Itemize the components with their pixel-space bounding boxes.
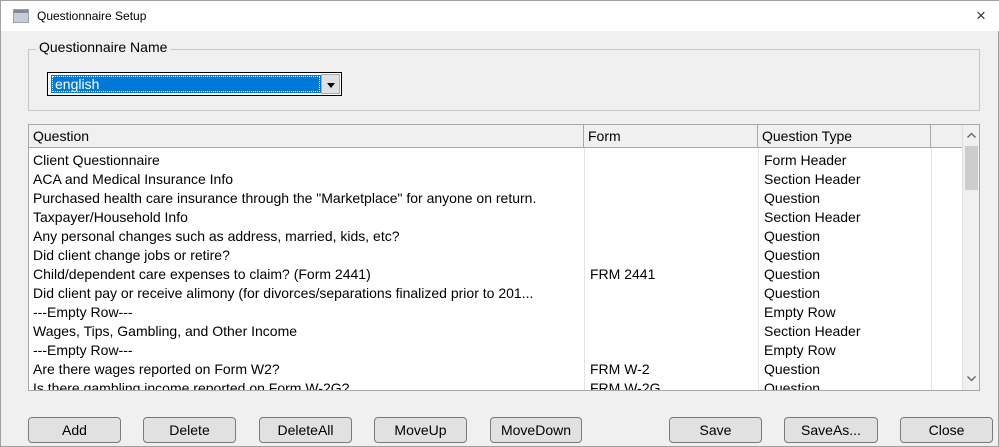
question-cell[interactable]: Any personal changes such as address, ma… [29, 227, 584, 246]
scroll-up-button[interactable] [963, 127, 979, 144]
questionnaire-name-value[interactable]: english [51, 75, 321, 93]
table-row[interactable]: ---Empty Row--- Empty Row [29, 341, 973, 360]
question-cell[interactable]: ACA and Medical Insurance Info [29, 170, 584, 189]
question-cell[interactable]: Is there gambling income reported on For… [29, 379, 584, 390]
form-cell[interactable] [584, 170, 758, 189]
form-cell[interactable] [584, 227, 758, 246]
question-type-cell[interactable]: Question [758, 246, 931, 265]
delete-button[interactable]: Delete [143, 417, 236, 443]
question-type-cell[interactable]: Question [758, 360, 931, 379]
close-icon[interactable]: × [970, 5, 992, 27]
question-type-cell[interactable]: Empty Row [758, 303, 931, 322]
dropdown-arrow-icon [327, 83, 335, 88]
question-type-cell[interactable]: Empty Row [758, 341, 931, 360]
question-cell[interactable]: Client Questionnaire [29, 151, 584, 170]
form-cell[interactable]: FRM 2441 [584, 265, 758, 284]
table-row[interactable]: ---Empty Row--- Empty Row [29, 303, 973, 322]
dropdown-button[interactable] [321, 74, 340, 94]
questionnaire-setup-dialog: Questionnaire Setup × Questionnaire Name… [0, 0, 999, 447]
app-icon [13, 9, 29, 23]
table-row[interactable]: Client Questionnaire Form Header [29, 151, 973, 170]
save-as-button[interactable]: SaveAs... [784, 417, 878, 443]
close-button[interactable]: Close [900, 417, 993, 443]
question-cell[interactable]: Are there wages reported on Form W2? [29, 360, 584, 379]
question-type-cell[interactable]: Question [758, 265, 931, 284]
question-type-cell[interactable]: Question [758, 227, 931, 246]
form-cell[interactable] [584, 322, 758, 341]
window-title: Questionnaire Setup [37, 9, 147, 23]
column-header-form[interactable]: Form [584, 125, 758, 147]
scrollbar-thumb[interactable] [965, 146, 978, 190]
table-row[interactable]: Purchased health care insurance through … [29, 189, 973, 208]
question-type-cell[interactable]: Section Header [758, 208, 931, 227]
questionnaire-name-label: Questionnaire Name [36, 39, 171, 55]
question-type-cell[interactable]: Question [758, 379, 931, 390]
question-cell[interactable]: Purchased health care insurance through … [29, 189, 584, 208]
form-cell[interactable] [584, 303, 758, 322]
question-cell[interactable]: ---Empty Row--- [29, 341, 584, 360]
question-cell[interactable]: Wages, Tips, Gambling, and Other Income [29, 322, 584, 341]
save-button[interactable]: Save [669, 417, 762, 443]
scroll-up-icon [967, 132, 976, 138]
form-cell[interactable] [584, 189, 758, 208]
table-row[interactable]: Wages, Tips, Gambling, and Other Income … [29, 322, 973, 341]
table-row[interactable]: Taxpayer/Household Info Section Header [29, 208, 973, 227]
table-row[interactable]: Are there wages reported on Form W2? FRM… [29, 360, 973, 379]
table-header: Question Form Question Type [29, 125, 979, 148]
column-header-question[interactable]: Question [29, 125, 584, 147]
delete-all-button[interactable]: DeleteAll [259, 417, 352, 443]
question-type-cell[interactable]: Form Header [758, 151, 931, 170]
form-cell[interactable]: FRM W-2 [584, 360, 758, 379]
table-row[interactable]: Is there gambling income reported on For… [29, 379, 973, 390]
table-row[interactable]: Did client pay or receive alimony (for d… [29, 284, 973, 303]
form-cell[interactable] [584, 208, 758, 227]
question-cell[interactable]: Taxpayer/Household Info [29, 208, 584, 227]
form-cell[interactable] [584, 246, 758, 265]
question-cell[interactable]: Did client change jobs or retire? [29, 246, 584, 265]
question-type-cell[interactable]: Section Header [758, 170, 931, 189]
add-button[interactable]: Add [28, 417, 121, 443]
question-type-cell[interactable]: Section Header [758, 322, 931, 341]
table-row[interactable]: Did client change jobs or retire? Questi… [29, 246, 973, 265]
question-cell[interactable]: Did client pay or receive alimony (for d… [29, 284, 584, 303]
questions-table[interactable]: Question Form Question Type Client Quest… [28, 124, 980, 391]
title-bar: Questionnaire Setup × [1, 1, 999, 31]
form-cell[interactable] [584, 341, 758, 360]
table-row[interactable]: ACA and Medical Insurance Info Section H… [29, 170, 973, 189]
questionnaire-name-dropdown[interactable]: english [47, 72, 342, 96]
move-up-button[interactable]: MoveUp [374, 417, 467, 443]
table-row[interactable]: Child/dependent care expenses to claim? … [29, 265, 973, 284]
scroll-down-icon [967, 376, 976, 382]
column-header-question-type[interactable]: Question Type [758, 125, 931, 147]
question-cell[interactable]: Child/dependent care expenses to claim? … [29, 265, 584, 284]
scroll-down-button[interactable] [963, 371, 979, 388]
vertical-scrollbar[interactable] [962, 125, 979, 390]
question-cell[interactable]: ---Empty Row--- [29, 303, 584, 322]
move-down-button[interactable]: MoveDown [490, 417, 582, 443]
form-cell[interactable] [584, 151, 758, 170]
form-cell[interactable]: FRM W-2G [584, 379, 758, 390]
table-row[interactable]: Any personal changes such as address, ma… [29, 227, 973, 246]
question-type-cell[interactable]: Question [758, 189, 931, 208]
question-type-cell[interactable]: Question [758, 284, 931, 303]
table-body: Client Questionnaire Form Header ACA and… [29, 151, 973, 390]
form-cell[interactable] [584, 284, 758, 303]
